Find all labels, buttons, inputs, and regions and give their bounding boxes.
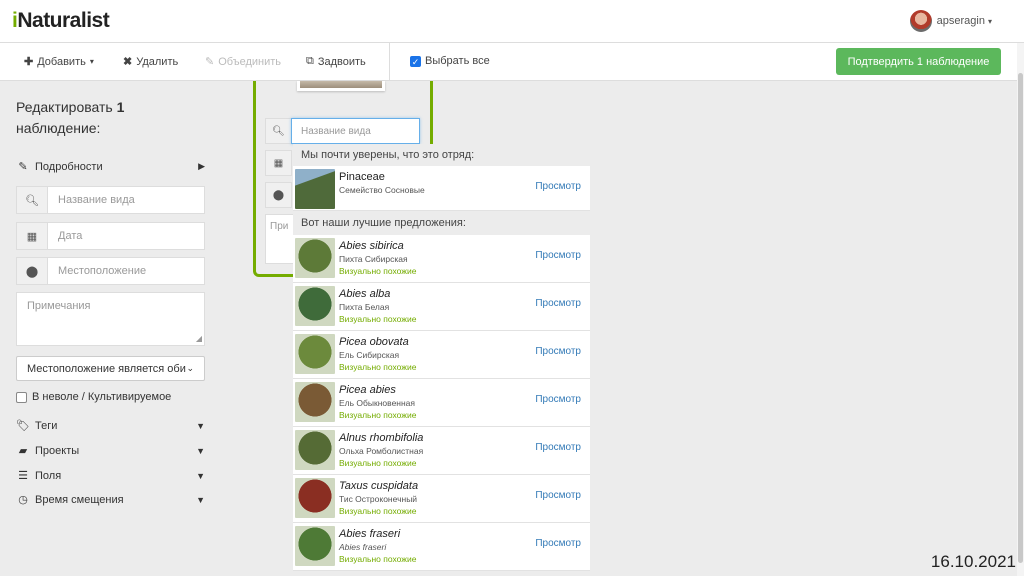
notes-textarea[interactable]: Примечания ◢ — [16, 292, 205, 346]
toolbar-divider — [389, 43, 390, 81]
close-icon: ✖ — [123, 56, 133, 68]
map-marker-icon: ⬤ — [265, 182, 292, 208]
projects-section-toggle[interactable]: ▰ Проекты ▼ — [16, 444, 205, 458]
fields-section-toggle[interactable]: ☰ Поля ▼ — [16, 469, 205, 483]
view-link[interactable]: Просмотр — [535, 346, 581, 357]
taxon-photo — [295, 169, 335, 209]
species-name-input[interactable]: 🔍︎ Название вида — [16, 186, 205, 214]
taxon-photo — [295, 334, 335, 374]
card-notes-textarea[interactable]: При — [265, 214, 295, 264]
clock-icon: ◷ — [18, 494, 28, 506]
checkbox-checked-icon: ✓ — [410, 55, 421, 67]
uploader-toolbar: ✚ Добавить ▾ ✖ Удалить ✎ Объединить ⧉ За… — [0, 43, 1017, 81]
map-marker-icon: ⬤ — [17, 258, 48, 284]
suggestion-item[interactable]: Taxus cuspidata Тис Остроконечный Визуальн… — [293, 475, 590, 523]
caret-right-icon: ▶ — [198, 161, 205, 171]
tag-icon: 🏷︎ — [16, 420, 30, 432]
edit-heading: Редактировать 1 наблюдение: — [16, 99, 125, 136]
caret-down-icon: ▼ — [196, 494, 205, 505]
card-species-input[interactable]: Название вида — [291, 118, 420, 144]
taxon-photo — [295, 382, 335, 422]
copy-icon: ⧉ — [306, 55, 314, 67]
suggestion-item[interactable]: Abies sibirica Пихта Сибирская Визуально п… — [293, 235, 590, 283]
search-icon: 🔍︎ — [265, 118, 292, 144]
select-all-checkbox[interactable]: ✓ Выбрать все — [410, 55, 490, 67]
user-menu[interactable]: apseragin ▾ — [909, 10, 992, 32]
view-link[interactable]: Просмотр — [535, 490, 581, 501]
list-icon: ☰ — [18, 470, 28, 482]
pencil-icon: ✎ — [18, 161, 28, 173]
view-link[interactable]: Просмотр — [535, 394, 581, 405]
view-link[interactable]: Просмотр — [535, 442, 581, 453]
calendar-icon: ▦ — [17, 223, 48, 249]
scrollbar-thumb[interactable] — [1018, 73, 1023, 563]
suggestion-item[interactable]: Abies alba Пихта Белая Визуально похожие Пр… — [293, 283, 590, 331]
view-link[interactable]: Просмотр — [535, 181, 581, 192]
inaturalist-logo[interactable]: iNaturalist — [12, 9, 110, 33]
confirm-observation-button[interactable]: Подтвердить 1 наблюдение — [836, 48, 1001, 75]
species-suggestions-dropdown: Мы почти уверены, что это отряд: Pinacea… — [293, 144, 590, 576]
date-input[interactable]: ▦ Дата — [16, 222, 205, 250]
view-link[interactable]: Просмотр — [535, 538, 581, 549]
caret-down-icon: ▼ — [196, 445, 205, 456]
location-input[interactable]: ⬤ Местоположение — [16, 257, 205, 285]
chevron-down-icon: ▾ — [987, 16, 992, 26]
magic-wand-icon: ✎ — [205, 56, 215, 68]
search-icon: 🔍︎ — [17, 187, 48, 213]
username: apseragin — [936, 15, 985, 27]
taxon-photo — [295, 286, 335, 326]
caret-down-icon: ▼ — [196, 420, 205, 431]
calendar-icon: ▦ — [265, 150, 292, 176]
view-link[interactable]: Просмотр — [535, 250, 581, 261]
taxon-photo — [295, 478, 335, 518]
geoprivacy-select[interactable]: Местоположение является оби ⌄ — [16, 356, 205, 381]
delete-button[interactable]: ✖ Удалить — [123, 55, 178, 69]
top-navbar: iNaturalist apseragin ▾ — [0, 0, 1024, 43]
date-stamp: 16.10.2021 — [930, 552, 1016, 571]
confident-heading: Мы почти уверены, что это отряд: — [301, 149, 475, 161]
add-button[interactable]: ✚ Добавить ▾ — [24, 55, 94, 69]
avatar — [909, 10, 932, 32]
top-suggestions-heading: Вот наши лучшие предложения: — [301, 217, 466, 229]
captive-checkbox[interactable]: В неволе / Культивируемое — [16, 391, 205, 403]
view-link[interactable]: Просмотр — [535, 298, 581, 309]
duplicate-button[interactable]: ⧉ Задвоить — [306, 55, 366, 68]
taxon-photo — [295, 238, 335, 278]
chevron-down-icon: ▾ — [89, 57, 94, 66]
suggestion-item[interactable]: Alnus rhombifolia Ольха Ромболистная Визуа… — [293, 427, 590, 475]
suggestion-item[interactable]: Picea abies Ель Обыкновенная Визуально пох… — [293, 379, 590, 427]
time-offset-section-toggle[interactable]: ◷ Время смещения ▼ — [16, 493, 205, 507]
observation-photo[interactable] — [297, 81, 385, 91]
plus-icon: ✚ — [24, 56, 34, 68]
suggestion-item[interactable]: Picea obovata Ель Сибирская Визуально похо… — [293, 331, 590, 379]
resize-handle-icon[interactable]: ◢ — [196, 334, 202, 343]
page-scrollbar[interactable] — [1017, 43, 1024, 576]
suggestion-confident[interactable]: Pinaceae Семейство Сосновые Просмотр — [293, 166, 590, 211]
checkbox-icon — [16, 391, 27, 403]
suggestion-item[interactable]: Abies fraseri Abies fraseri Визуально похо… — [293, 523, 590, 571]
briefcase-icon: ▰ — [18, 445, 28, 457]
details-section-toggle[interactable]: ✎ Подробности ▶ — [16, 160, 205, 174]
merge-button[interactable]: ✎ Объединить — [205, 55, 281, 69]
chevron-down-icon: ⌄ — [186, 363, 194, 373]
caret-down-icon: ▼ — [196, 470, 205, 481]
tags-section-toggle[interactable]: 🏷︎ Теги ▼ — [16, 419, 205, 433]
taxon-photo — [295, 430, 335, 470]
taxon-photo — [295, 526, 335, 566]
